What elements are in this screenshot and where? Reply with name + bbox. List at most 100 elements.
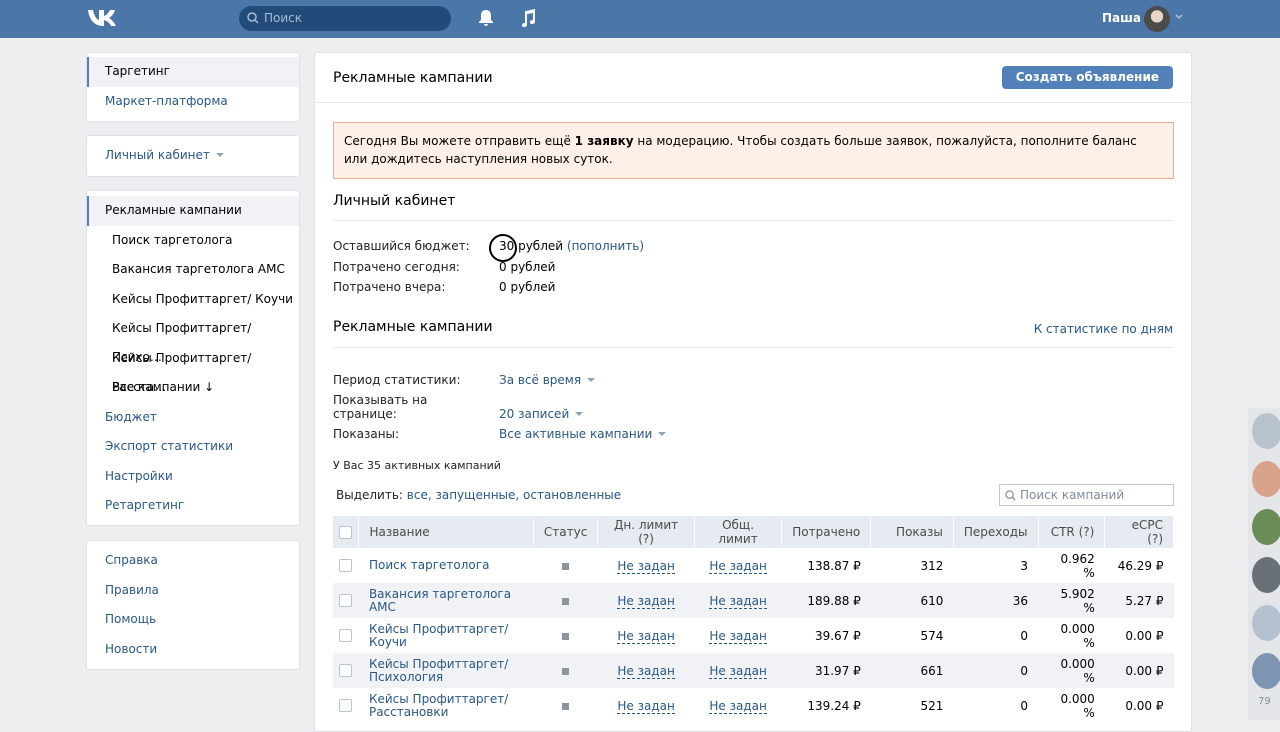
status-cell [533, 618, 597, 653]
top-bar: Поиск Паша [0, 0, 1280, 38]
row-checkbox[interactable] [339, 629, 352, 642]
menu-item-campaign[interactable]: Кейсы Профиттаргет/ Психо… [87, 314, 299, 364]
menu-item-export[interactable]: Экспорт статистики [87, 432, 299, 462]
user-name[interactable]: Паша [1102, 11, 1141, 25]
avatar[interactable] [1144, 6, 1170, 32]
col-spent[interactable]: Потрачено [781, 516, 872, 548]
menu-item-ad-campaigns[interactable]: Рекламные кампании [87, 196, 299, 226]
spent-cell: 39.67 ₽ [814, 628, 861, 643]
divider [333, 220, 1174, 221]
menu-item-market[interactable]: Маркет-платформа [87, 87, 299, 117]
table-body: Поиск таргетолога Не задан Не задан 138.87 … [333, 548, 1174, 723]
total-limit-link[interactable]: Не задан [709, 628, 767, 644]
per-page-dropdown[interactable]: 20 записей [499, 407, 583, 421]
avatar[interactable] [1252, 653, 1280, 689]
total-limit-link[interactable]: Не задан [709, 698, 767, 714]
row-checkbox[interactable] [339, 699, 352, 712]
warning-box: Сегодня Вы можете отправить ещё 1 заявку… [333, 122, 1174, 179]
col-clicks[interactable]: Переходы [953, 516, 1039, 548]
avatar[interactable] [1252, 509, 1280, 545]
day-limit-link[interactable]: Не задан [617, 628, 675, 644]
menu-item-settings[interactable]: Настройки [87, 462, 299, 492]
avatar[interactable] [1252, 461, 1280, 497]
menu-item-campaign[interactable]: Кейсы Профиттаргет/ Коучи [87, 285, 299, 315]
cabinet-dropdown[interactable]: Личный кабинет [87, 141, 299, 171]
stopped-status-icon[interactable] [562, 632, 570, 640]
views-cell: 661 [870, 653, 954, 688]
chevron-down-icon[interactable] [1174, 12, 1184, 22]
stopped-status-icon[interactable] [562, 562, 570, 570]
stopped-status-icon[interactable] [562, 702, 570, 710]
day-limit-link[interactable]: Не задан [617, 698, 675, 714]
col-views[interactable]: Показы [870, 516, 954, 548]
col-total-limit[interactable]: Общ. лимит [694, 516, 783, 548]
campaign-name-link[interactable]: Кейсы Профиттаргет/ Расстановки [359, 688, 533, 723]
col-ctr[interactable]: CTR (?) [1038, 516, 1106, 548]
day-limit-link[interactable]: Не задан [617, 593, 675, 609]
search-input[interactable]: Поиск [239, 6, 451, 31]
ecpc-cell: 5.27 ₽ [1104, 583, 1174, 618]
col-day-limit[interactable]: Дн. лимит (?) [597, 516, 695, 548]
vk-logo-icon[interactable] [86, 8, 120, 28]
col-name[interactable]: Название [358, 516, 534, 548]
campaign-search-input[interactable]: Поиск кампаний [999, 484, 1174, 506]
campaign-name-link[interactable]: Кейсы Профиттаргет/ Психология [358, 653, 534, 688]
header-checkbox-cell [333, 516, 360, 548]
menu-item-campaign[interactable]: Вакансия таргетолога АМС [87, 255, 299, 285]
shown-dropdown[interactable]: Все активные кампании [499, 427, 666, 441]
col-status[interactable]: Статус [533, 516, 599, 548]
menu-item-news[interactable]: Новости [87, 635, 299, 665]
row-checkbox[interactable] [339, 594, 352, 607]
col-ecpc[interactable]: eCPC (?) [1104, 516, 1174, 548]
table-row[interactable]: Кейсы Профиттаргет/ Психология Не задан Не… [333, 653, 1174, 688]
menu-item-rules[interactable]: Правила [87, 576, 299, 606]
row-checkbox[interactable] [339, 559, 352, 572]
avatar[interactable] [1252, 557, 1280, 593]
table-row[interactable]: Кейсы Профиттаргет/ Коучи Не задан Не зада… [333, 618, 1174, 653]
table-row[interactable]: Поиск таргетолога Не задан Не задан 138.87 … [333, 548, 1174, 583]
spent-cell: 138.87 ₽ [807, 558, 861, 573]
menu-item-campaign[interactable]: Поиск таргетолога [87, 226, 299, 256]
campaign-name-link[interactable]: Поиск таргетолога [359, 548, 533, 583]
create-ad-button[interactable]: Создать объявление [1001, 66, 1173, 89]
bell-icon[interactable] [478, 9, 494, 27]
menu-item-retargeting[interactable]: Ретаргетинг [87, 491, 299, 521]
avatar[interactable] [1252, 605, 1280, 641]
total-limit-link[interactable]: Не задан [709, 558, 767, 574]
day-limit-link[interactable]: Не задан [617, 558, 675, 574]
campaign-name-link[interactable]: Вакансия таргетолога АМС [358, 583, 534, 618]
avatar[interactable] [1252, 413, 1280, 449]
table-row[interactable]: Вакансия таргетолога АМС Не задан Не задан… [333, 583, 1174, 618]
left-menu-help: Справка Правила Помощь Новости [86, 540, 300, 670]
top-up-link[interactable]: (пополнить) [567, 239, 644, 253]
total-limit-link[interactable]: Не задан [709, 593, 767, 609]
menu-item-targeting[interactable]: Таргетинг [87, 57, 299, 87]
table-row[interactable]: Кейсы Профиттаргет/ Расстановки Не задан Н… [333, 688, 1174, 723]
select-links[interactable]: все, запущенные, остановленные [407, 488, 621, 502]
spent-today-value: 0 рублей [499, 260, 556, 274]
day-limit-cell: Не задан [598, 548, 695, 583]
select-all-checkbox[interactable] [339, 526, 352, 539]
period-dropdown[interactable]: За всё время [499, 373, 595, 387]
campaigns-table: Название Статус Дн. лимит (?) Общ. лимит… [333, 516, 1174, 723]
total-limit-link[interactable]: Не задан [709, 663, 767, 679]
spent-cell: 139.24 ₽ [807, 698, 861, 713]
day-limit-link[interactable]: Не задан [617, 663, 675, 679]
warning-text-bold: 1 заявку [574, 134, 634, 148]
campaigns-title: Рекламные кампании [333, 319, 493, 335]
music-icon[interactable] [520, 9, 536, 27]
campaign-name-link[interactable]: Кейсы Профиттаргет/ Коучи [359, 618, 533, 653]
menu-item-support[interactable]: Помощь [87, 605, 299, 635]
row-checkbox[interactable] [339, 664, 352, 677]
menu-item-campaign[interactable]: Кейсы Профиттаргет/ Расста… [87, 344, 299, 394]
spent-yesterday-label: Потрачено вчера: [333, 280, 446, 294]
cabinet-title: Личный кабинет [333, 193, 456, 209]
menu-item-all-campaigns[interactable]: Все кампании ↓ [87, 373, 299, 403]
stopped-status-icon[interactable] [562, 667, 570, 675]
stopped-status-icon[interactable] [562, 597, 570, 605]
menu-item-help[interactable]: Справка [87, 546, 299, 576]
spent-yesterday-value: 0 рублей [499, 280, 556, 294]
stats-by-day-link[interactable]: К статистике по дням [1034, 322, 1173, 336]
active-count: У Вас 35 активных кампаний [333, 459, 501, 472]
menu-item-budget[interactable]: Бюджет [87, 403, 299, 433]
